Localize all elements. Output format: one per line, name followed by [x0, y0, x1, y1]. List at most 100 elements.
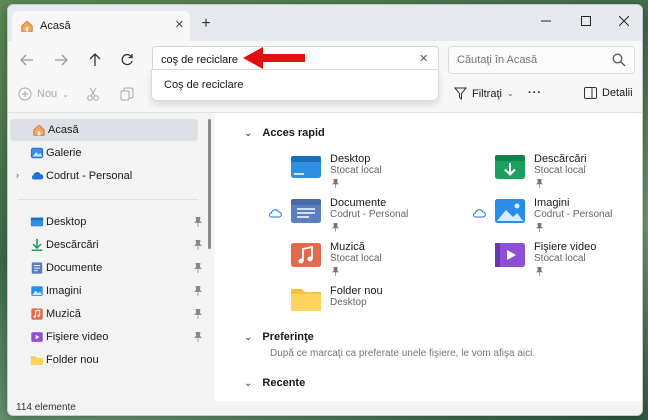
chevron-right-icon[interactable]: › — [16, 170, 19, 180]
arrow-up-icon — [89, 53, 101, 66]
back-button[interactable] — [16, 49, 38, 71]
maximize-button[interactable] — [566, 5, 606, 37]
refresh-button[interactable] — [116, 49, 138, 71]
favorites-empty-hint: După ce marcaţi ca preferate unele fişie… — [270, 348, 536, 359]
sidebar-item-gallery[interactable]: Galerie — [8, 142, 198, 164]
search-icon — [612, 53, 626, 67]
quick-access-item-desktop[interactable]: Desktop Stocat local — [290, 153, 470, 193]
item-location: Codrut - Personal — [534, 209, 613, 220]
documents-icon — [31, 262, 43, 274]
scissors-icon — [87, 87, 99, 101]
details-button[interactable]: Detalii — [584, 87, 633, 99]
item-location: Stocat local — [330, 253, 382, 264]
sidebar-item-label: Muzică — [46, 308, 81, 320]
pin-icon — [194, 263, 202, 273]
section-title: Preferinţe — [262, 331, 314, 343]
quick-access-item-videos[interactable]: Fişiere video Stocat local — [494, 241, 642, 281]
section-recent[interactable]: ⌄ Recente — [244, 377, 305, 389]
pin-icon — [194, 240, 202, 250]
title-bar: Acasă ✕ + — [8, 5, 642, 41]
gallery-icon — [30, 147, 44, 159]
tab-close-icon[interactable]: ✕ — [175, 18, 184, 31]
sidebar-item-onedrive[interactable]: › Codrut - Personal — [8, 165, 198, 187]
sidebar-scrollbar[interactable] — [208, 119, 211, 249]
search-box[interactable]: Căutaţi în Acasă — [448, 46, 635, 74]
tab-home[interactable]: Acasă ✕ — [12, 11, 190, 41]
sidebar-item-label: Desktop — [46, 216, 87, 228]
tab-title: Acasă — [40, 20, 71, 32]
quick-access-item-music[interactable]: Muzică Stocat local — [290, 241, 470, 281]
sidebar-item-downloads[interactable]: Descărcări — [8, 234, 202, 256]
sidebar-item-label: Documente — [46, 262, 103, 274]
sidebar-item-music[interactable]: Muzică — [8, 303, 202, 325]
sidebar-item-label: Acasă — [48, 124, 79, 136]
pin-icon — [536, 267, 543, 276]
folder-icon — [291, 289, 321, 311]
address-suggestion-item[interactable]: Coş de reciclare — [151, 69, 439, 101]
downloads-folder-icon — [495, 155, 525, 179]
quick-access-item-documents[interactable]: Documente Codrut - Personal — [290, 197, 470, 237]
pin-icon — [332, 223, 339, 232]
section-quick-access[interactable]: ⌄ Acces rapid — [244, 127, 325, 139]
item-name: Documente — [330, 197, 387, 209]
item-location: Stocat local — [534, 165, 586, 176]
sidebar-item-label: Imagini — [46, 285, 82, 297]
sidebar-item-pictures[interactable]: Imagini — [8, 280, 202, 302]
suggestion-label: Coş de reciclare — [164, 79, 244, 91]
copy-button[interactable] — [120, 87, 134, 101]
download-arrow-icon — [31, 238, 43, 252]
filter-label: Filtraţi — [472, 87, 502, 100]
pictures-icon — [31, 286, 43, 296]
chevron-down-icon: ⌄ — [244, 127, 253, 139]
sidebar-item-documents[interactable]: Documente — [8, 257, 202, 279]
videos-folder-icon — [495, 243, 525, 267]
filter-button[interactable]: Filtraţi ⌄ — [454, 87, 514, 100]
forward-button[interactable] — [50, 49, 72, 71]
new-button[interactable]: Nou ⌄ — [18, 87, 69, 101]
folder-icon — [30, 356, 44, 365]
up-button[interactable] — [84, 49, 106, 71]
section-favorites[interactable]: ⌄ Preferinţe — [244, 331, 314, 343]
quick-access-item-new-folder[interactable]: Folder nou Desktop — [290, 285, 470, 325]
home-icon — [21, 20, 33, 32]
music-icon — [31, 308, 43, 320]
sidebar-item-label: Fişiere video — [46, 331, 109, 343]
pin-icon — [536, 223, 543, 232]
section-title: Recente — [262, 377, 306, 389]
minimize-button[interactable] — [526, 5, 566, 37]
sidebar-item-videos[interactable]: Fişiere video — [8, 326, 202, 348]
desktop-folder-icon — [291, 156, 321, 178]
new-tab-button[interactable]: + — [195, 14, 217, 36]
sidebar-item-label: Descărcări — [46, 239, 99, 251]
plus-circle-icon — [18, 87, 32, 101]
file-explorer-window: Acasă ✕ + ✕ Căutaţi în Acasă — [7, 4, 643, 416]
clear-address-icon[interactable]: ✕ — [419, 52, 428, 65]
sidebar-item-new-folder[interactable]: Folder nou — [8, 349, 198, 371]
more-options-button[interactable]: ··· — [528, 87, 542, 99]
item-name: Descărcări — [534, 153, 587, 165]
item-location: Stocat local — [330, 165, 382, 176]
pin-icon — [332, 179, 339, 188]
sidebar-item-desktop[interactable]: Desktop — [8, 211, 202, 233]
section-title: Acces rapid — [262, 127, 325, 139]
sidebar-divider — [18, 199, 198, 200]
navigation-pane: Acasă Galerie › Codrut - Personal Deskto… — [8, 113, 208, 401]
item-name: Folder nou — [330, 285, 383, 297]
cut-button[interactable] — [86, 87, 100, 101]
new-label: Nou — [37, 88, 58, 100]
annotation-arrow — [243, 47, 305, 69]
sidebar-item-home[interactable]: Acasă — [10, 119, 198, 141]
chevron-down-icon: ⌄ — [244, 377, 253, 389]
music-folder-icon — [291, 243, 321, 267]
details-label: Detalii — [602, 87, 633, 99]
pin-icon — [332, 267, 339, 276]
close-window-button[interactable] — [604, 5, 642, 37]
cloud-icon — [31, 172, 44, 180]
pin-icon — [194, 286, 202, 296]
quick-access-item-downloads[interactable]: Descărcări Stocat local — [494, 153, 642, 193]
quick-access-item-pictures[interactable]: Imagini Codrut - Personal — [494, 197, 642, 237]
content-pane: ⌄ Acces rapid Desktop Stocat local Descă… — [214, 113, 642, 401]
item-name: Imagini — [534, 197, 570, 209]
filter-icon — [454, 87, 467, 100]
copy-icon — [120, 87, 134, 101]
